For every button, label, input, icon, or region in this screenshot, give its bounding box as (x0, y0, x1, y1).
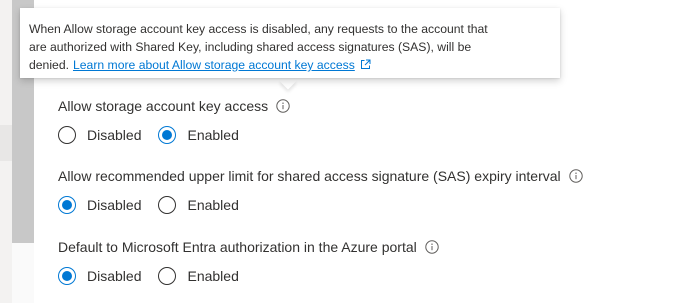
radio-button[interactable] (158, 196, 177, 214)
radio-button-selected[interactable] (158, 126, 177, 144)
radio-button-selected[interactable] (58, 196, 76, 214)
radio-disabled[interactable]: Disabled (58, 126, 141, 144)
radio-label: Enabled (187, 127, 239, 143)
setting-sas-expiry-limit: Allow recommended upper limit for shared… (58, 166, 583, 216)
setting-entra-default-auth: Default to Microsoft Entra authorization… (58, 237, 439, 287)
radio-group: Disabled Enabled (58, 194, 583, 216)
radio-button[interactable] (58, 126, 76, 144)
settings-page: Allow storage account key access Disable… (0, 0, 673, 303)
radio-dot (162, 130, 173, 140)
radio-label: Disabled (87, 197, 142, 213)
radio-label: Disabled (87, 268, 142, 284)
setting-label-row: Default to Microsoft Entra authorization… (58, 237, 439, 257)
radio-disabled[interactable]: Disabled (58, 267, 141, 285)
radio-label: Enabled (187, 268, 239, 284)
radio-label: Enabled (187, 197, 239, 213)
tooltip-line: When Allow storage account key access is… (29, 22, 488, 36)
radio-label: Disabled (87, 127, 142, 143)
info-icon[interactable] (425, 240, 439, 254)
radio-group: Disabled Enabled (58, 265, 439, 287)
radio-enabled[interactable]: Enabled (158, 267, 239, 285)
setting-storage-key-access: Allow storage account key access Disable… (58, 96, 290, 146)
setting-label: Allow recommended upper limit for shared… (58, 168, 561, 184)
radio-button-selected[interactable] (58, 267, 76, 285)
radio-enabled[interactable]: Enabled (158, 126, 239, 144)
info-icon[interactable] (568, 169, 583, 183)
setting-label: Allow storage account key access (58, 98, 269, 114)
left-edge-highlight (0, 125, 12, 161)
tooltip-line: are authorized with Shared Key, includin… (29, 40, 472, 54)
radio-group: Disabled Enabled (58, 124, 290, 146)
setting-label-row: Allow recommended upper limit for shared… (58, 166, 583, 186)
radio-button[interactable] (158, 267, 177, 285)
radio-dot (62, 271, 72, 281)
learn-more-link[interactable]: Learn more about Allow storage account k… (73, 58, 355, 72)
setting-label: Default to Microsoft Entra authorization… (58, 239, 417, 255)
info-tooltip: When Allow storage account key access is… (20, 8, 560, 78)
radio-enabled[interactable]: Enabled (158, 196, 239, 214)
external-link-icon[interactable] (360, 59, 371, 70)
tooltip-line-with-link: denied. Learn more about Allow storage ac… (29, 56, 550, 74)
radio-dot (62, 200, 72, 210)
info-icon[interactable] (276, 99, 290, 113)
radio-disabled[interactable]: Disabled (58, 196, 141, 214)
setting-label-row: Allow storage account key access (58, 96, 290, 116)
tooltip-line: denied. (29, 58, 69, 72)
